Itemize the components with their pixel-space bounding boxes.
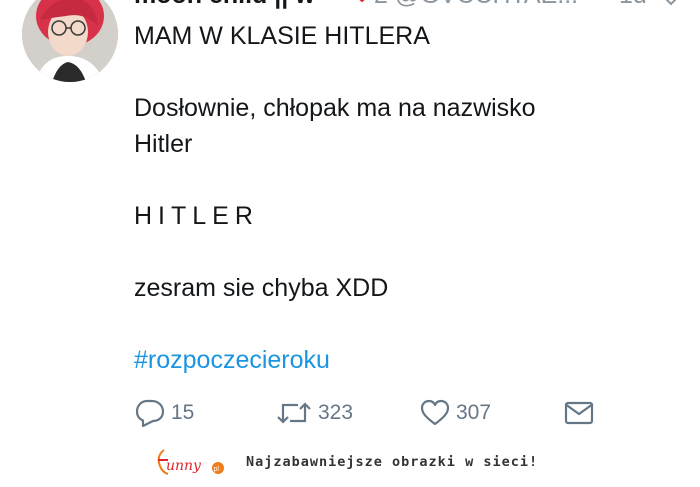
avatar-image [22, 0, 118, 82]
red-heart-icon [351, 0, 373, 12]
like-heart-icon [420, 399, 450, 427]
envelope-icon [564, 401, 594, 425]
watermark-footer: unny pl Najzabawniejsze obrazki w sieci! [0, 440, 700, 483]
tweet-text-line: Dosłownie, chłopak ma na nazwisko [134, 94, 536, 122]
retweet-button[interactable]: 323 [276, 398, 353, 428]
reply-count: 15 [171, 401, 195, 424]
avatar[interactable] [22, 0, 118, 82]
hashtag-link[interactable]: #rozpoczecieroku [134, 342, 330, 378]
direct-message-button[interactable] [564, 398, 594, 428]
tweet-time[interactable]: 1d [619, 0, 647, 10]
watermark-tagline: Najzabawniejsze obrazki w sieci! [246, 454, 539, 470]
retweet-count: 323 [318, 401, 354, 424]
tweet-text-line: zesram sie chyba XDD [134, 274, 389, 302]
like-button[interactable]: 307 [420, 398, 491, 428]
svg-text:pl: pl [214, 466, 220, 473]
reply-icon [135, 399, 165, 427]
svg-text:unny: unny [166, 458, 202, 474]
tweet-header: moon child || w 2 @GVCCHTAE... 1d [134, 0, 700, 15]
chevron-down-icon[interactable] [662, 0, 680, 14]
tweet-text-line: HITLER [134, 202, 259, 230]
tweet-text-line: MAM W KLASIE HITLERA [134, 22, 430, 50]
display-name[interactable]: moon child || w [134, 0, 315, 10]
reply-button[interactable]: 15 [135, 398, 194, 428]
user-handle[interactable]: 2 @GVCCHTAE... [374, 0, 578, 10]
like-count: 307 [456, 401, 492, 424]
tweet-text-line: Hitler [134, 130, 193, 158]
retweet-icon [276, 400, 312, 426]
funny-logo: unny pl [154, 446, 228, 487]
